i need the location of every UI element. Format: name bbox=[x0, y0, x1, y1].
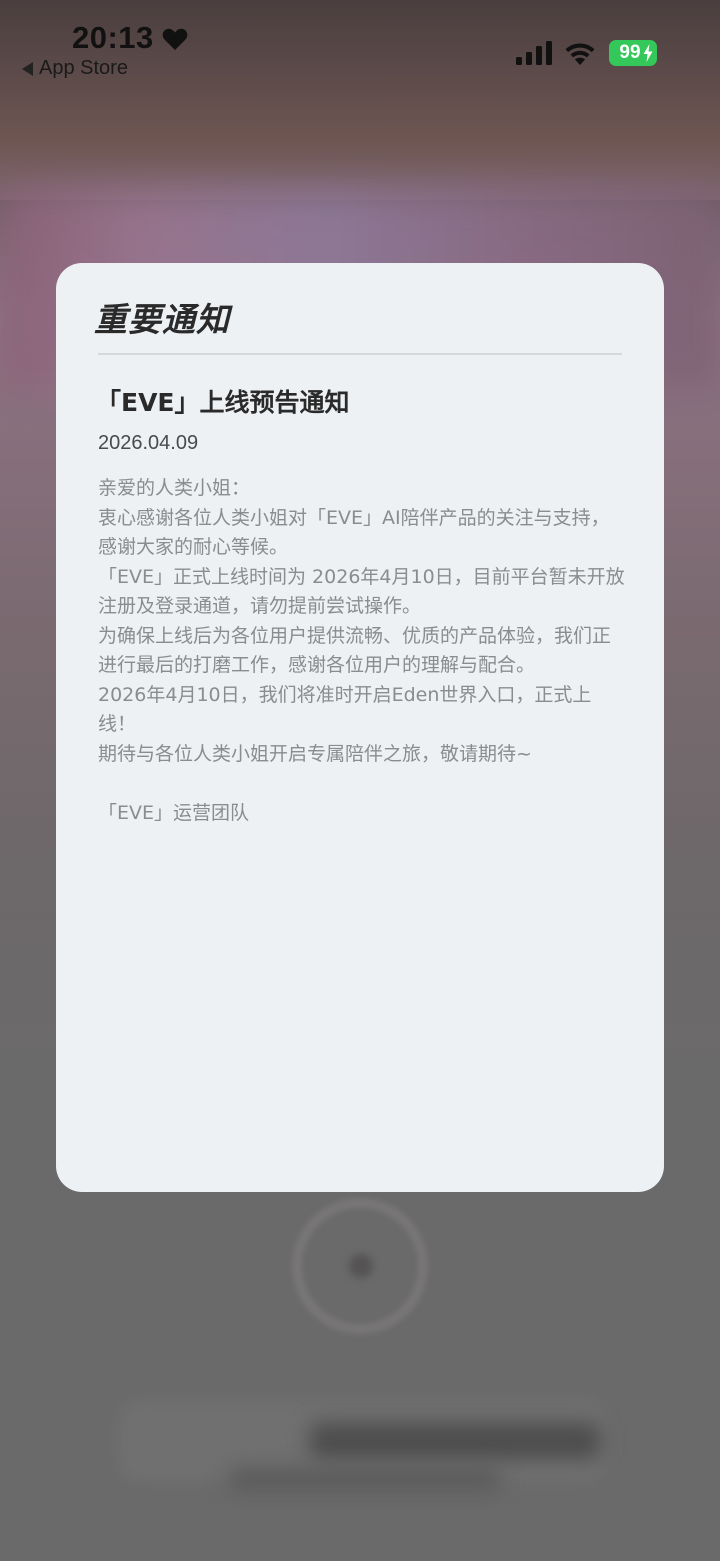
status-time: 20:13 bbox=[72, 20, 154, 55]
notice-paragraph: 2026年4月10日，我们将准时开启Eden世界入口，正式上线！ bbox=[98, 683, 592, 736]
bolt-icon bbox=[643, 44, 653, 62]
status-bar: 20:13 App Store 99 bbox=[0, 0, 720, 90]
notice-title: 「EVE」上线预告通知 bbox=[96, 388, 350, 417]
battery-value: 99 bbox=[619, 42, 641, 63]
notice-body[interactable]: 亲爱的人类小姐： 衷心感谢各位人类小姐对「EVE」AI陪伴产品的关注与支持，感谢… bbox=[98, 474, 628, 828]
background-circle-dot bbox=[349, 1254, 373, 1278]
dialog-heading: 重要通知 bbox=[94, 300, 230, 339]
background-small-text bbox=[230, 1468, 500, 1490]
notice-signature: 「EVE」运营团队 bbox=[98, 801, 250, 824]
heart-icon bbox=[162, 28, 188, 50]
signal-icon bbox=[516, 41, 552, 65]
back-label: App Store bbox=[39, 57, 128, 79]
heading-divider bbox=[98, 353, 622, 355]
back-triangle-icon bbox=[22, 61, 33, 76]
notice-paragraph: 「EVE」正式上线时间为 2026年4月10日，目前平台暂未开放注册及登录通道，… bbox=[98, 565, 625, 618]
back-to-app-store[interactable]: App Store bbox=[22, 57, 128, 80]
notice-paragraph: 衷心感谢各位人类小姐对「EVE」AI陪伴产品的关注与支持，感谢大家的耐心等候。 bbox=[98, 506, 610, 559]
wifi-icon bbox=[565, 43, 595, 65]
notice-paragraph: 为确保上线后为各位用户提供流畅、优质的产品体验，我们正进行最后的打磨工作，感谢各… bbox=[98, 624, 612, 677]
notice-greeting: 亲爱的人类小姐： bbox=[98, 477, 251, 499]
notice-date: 2026.04.09 bbox=[98, 432, 199, 454]
important-notice-dialog: 重要通知 「EVE」上线预告通知 2026.04.09 亲爱的人类小姐： 衷心感… bbox=[56, 263, 664, 1192]
background-pill-text bbox=[310, 1423, 600, 1459]
notice-paragraph: 期待与各位人类小姐开启专属陪伴之旅，敬请期待~ bbox=[98, 742, 532, 765]
battery-indicator: 99 bbox=[609, 40, 657, 66]
